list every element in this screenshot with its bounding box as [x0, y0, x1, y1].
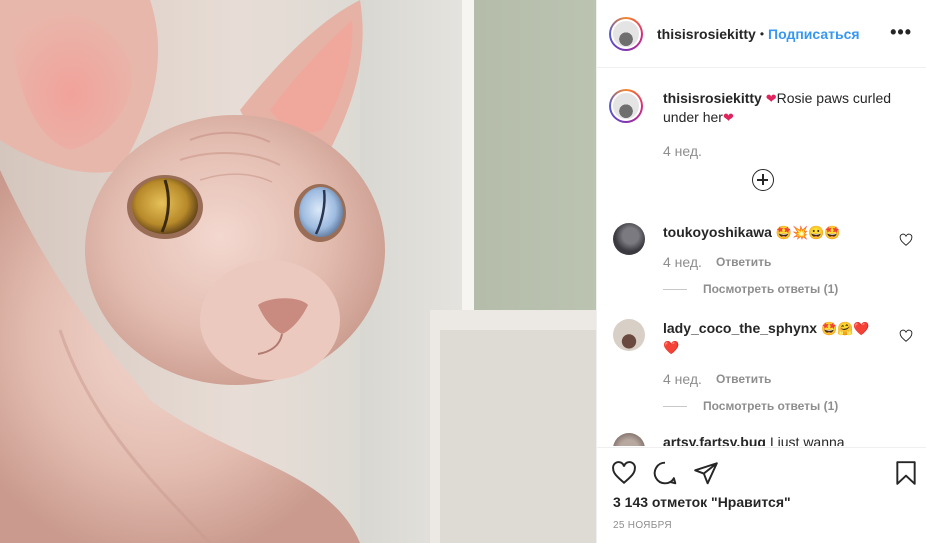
- caption-username[interactable]: thisisrosiekitty: [663, 90, 762, 106]
- comment-item: lady_coco_the_sphynx 🤩🤗❤️❤️ 4 нед. Ответ…: [613, 319, 913, 413]
- comment-text: toukoyoshikawa 🤩💥😀🤩: [663, 223, 873, 242]
- comment-meta: 4 нед. Ответить: [663, 254, 913, 270]
- commenter-avatar[interactable]: [613, 319, 645, 351]
- comment-item: toukoyoshikawa 🤩💥😀🤩 4 нед. Ответить Посм…: [613, 223, 913, 296]
- sphynx-cat-image: [0, 0, 596, 543]
- share-icon[interactable]: [693, 460, 719, 486]
- separator-dot: •: [759, 26, 765, 41]
- reply-button[interactable]: Ответить: [716, 255, 771, 269]
- view-replies-button[interactable]: Посмотреть ответы (1): [663, 282, 913, 296]
- comment-emojis: 🤩💥😀🤩: [775, 225, 841, 240]
- author-username[interactable]: thisisrosiekitty: [657, 26, 756, 42]
- post-header: thisisrosiekitty • Подписаться •••: [597, 0, 926, 68]
- comment-text: artsy.fartsy.bug I just wanna: [663, 433, 873, 446]
- comments-list[interactable]: thisisrosiekitty ❤Rosie paws curled unde…: [597, 69, 926, 446]
- comment-time[interactable]: 4 нед.: [663, 254, 702, 270]
- heart-icon[interactable]: [611, 460, 637, 486]
- author-avatar[interactable]: [609, 16, 643, 51]
- post-actions: 3 143 отметок "Нравится" 25 НОЯБРЯ: [597, 447, 926, 543]
- commenter-username[interactable]: artsy.fartsy.bug: [663, 434, 766, 446]
- follow-button[interactable]: Подписаться: [768, 26, 860, 42]
- post-photo[interactable]: [0, 0, 596, 543]
- reply-button[interactable]: Ответить: [716, 372, 771, 386]
- view-replies-button[interactable]: Посмотреть ответы (1): [663, 399, 913, 413]
- commenter-username[interactable]: lady_coco_the_sphynx: [663, 320, 817, 336]
- caption-time[interactable]: 4 нед.: [663, 143, 909, 159]
- comment-meta: 4 нед. Ответить: [663, 371, 913, 387]
- comment-icon[interactable]: [652, 460, 678, 486]
- more-options-icon[interactable]: •••: [890, 22, 912, 43]
- comment-like-heart-icon[interactable]: [899, 233, 913, 247]
- likes-count[interactable]: 3 143 отметок "Нравится": [613, 494, 791, 510]
- comment-item: artsy.fartsy.bug I just wanna: [613, 433, 913, 446]
- comment-time[interactable]: 4 нед.: [663, 371, 702, 387]
- heart-emoji-icon: ❤: [765, 91, 777, 106]
- view-replies-label: Посмотреть ответы (1): [703, 282, 839, 296]
- replies-divider: [663, 288, 687, 290]
- post-sidebar: thisisrosiekitty • Подписаться ••• thisi…: [596, 0, 926, 543]
- post-caption: thisisrosiekitty ❤Rosie paws curled unde…: [609, 89, 909, 159]
- comment-like-heart-icon[interactable]: [899, 329, 913, 343]
- comment-text: lady_coco_the_sphynx 🤩🤗❤️❤️: [663, 319, 873, 357]
- replies-divider: [663, 405, 687, 407]
- caption-text: thisisrosiekitty ❤Rosie paws curled unde…: [663, 89, 903, 127]
- view-replies-label: Посмотреть ответы (1): [703, 399, 839, 413]
- commenter-avatar[interactable]: [613, 223, 645, 255]
- comment-body: I just wanna: [769, 434, 845, 446]
- caption-avatar[interactable]: [609, 89, 643, 123]
- bookmark-icon[interactable]: [893, 460, 919, 486]
- plus-circle-icon[interactable]: [752, 169, 774, 191]
- post-date[interactable]: 25 НОЯБРЯ: [613, 520, 672, 531]
- commenter-username[interactable]: toukoyoshikawa: [663, 224, 772, 240]
- commenter-avatar[interactable]: [613, 433, 645, 446]
- heart-emoji-icon: ❤: [722, 110, 734, 125]
